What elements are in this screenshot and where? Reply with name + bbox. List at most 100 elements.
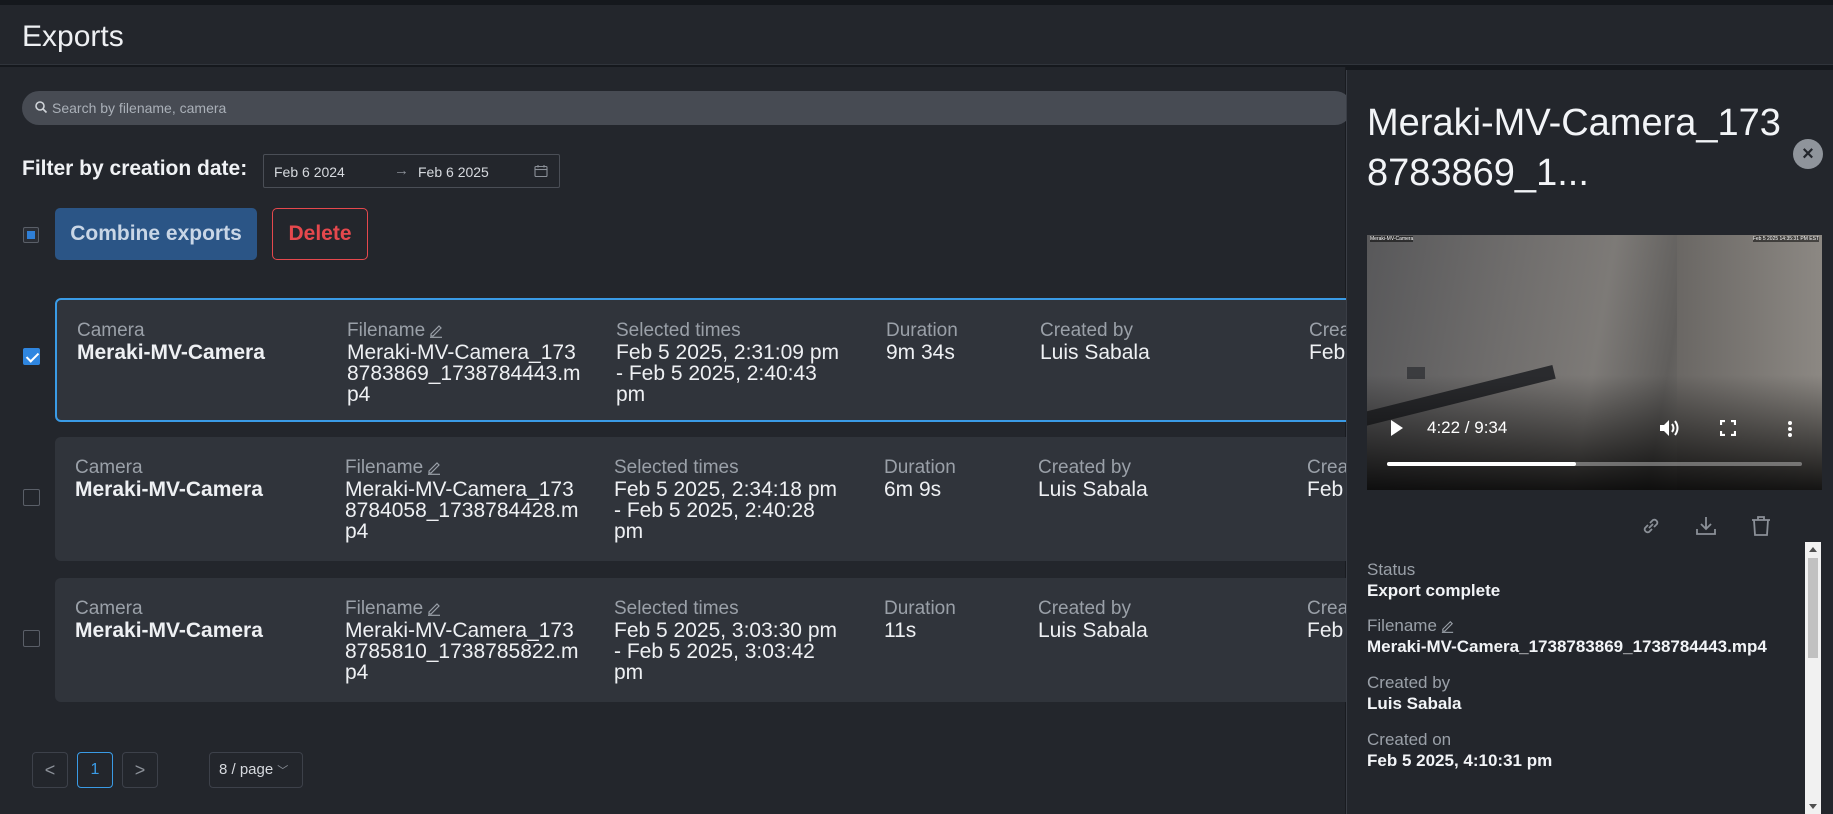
created-by-field: Created by Luis Sabala — [1367, 673, 1787, 714]
select-all-checkbox[interactable] — [23, 227, 39, 243]
link-icon[interactable] — [1639, 514, 1663, 538]
fullscreen-icon[interactable] — [1720, 420, 1736, 436]
selected-times-cell: Selected times Feb 5 2025, 2:34:18 pm - … — [614, 457, 844, 542]
camera-cell: Camera Meraki-MV-Camera — [75, 598, 315, 641]
edit-icon[interactable] — [426, 600, 442, 616]
duration-cell: Duration 6m 9s — [884, 457, 1014, 500]
camera-value: Meraki-MV-Camera — [75, 619, 263, 642]
row-checkbox[interactable] — [23, 489, 40, 506]
search-bar[interactable] — [22, 91, 1352, 125]
duration-label: Duration — [884, 457, 956, 478]
search-input[interactable] — [52, 91, 1052, 125]
exports-list-panel: Filter by creation date: Feb 6 2024 → Fe… — [0, 67, 1375, 814]
created-by-cell: Created by Luis Sabala — [1040, 320, 1260, 363]
camera-cell: Camera Meraki-MV-Camera — [75, 457, 315, 500]
edit-icon[interactable] — [426, 459, 442, 475]
date-range-picker[interactable]: Feb 6 2024 → Feb 6 2025 — [263, 154, 560, 188]
scroll-up-icon[interactable] — [1809, 547, 1817, 552]
created-on-field: Created on Feb 5 2025, 4:10:31 pm — [1367, 730, 1787, 771]
more-options-icon[interactable] — [1787, 420, 1793, 438]
duration-value: 11s — [884, 619, 917, 642]
volume-icon[interactable] — [1659, 419, 1681, 437]
created-by-label: Created by — [1038, 598, 1131, 619]
combine-exports-button[interactable]: Combine exports — [55, 208, 257, 260]
created-on-label: Created on — [1367, 730, 1452, 749]
selected-times-cell: Selected times Feb 5 2025, 2:31:09 pm - … — [616, 320, 846, 405]
video-overlay-camera: Meraki-MV-Camera — [1370, 236, 1414, 242]
page-size-select[interactable]: 8 / page ﹀ — [209, 752, 303, 788]
calendar-icon — [534, 165, 548, 178]
selected-times-cell: Selected times Feb 5 2025, 3:03:30 pm - … — [614, 598, 844, 683]
details-scrollbar[interactable] — [1805, 542, 1821, 814]
selected-times-label: Selected times — [614, 598, 739, 619]
export-row[interactable]: Camera Meraki-MV-Camera Filename Meraki-… — [55, 578, 1375, 702]
filename-cell: Filename Meraki-MV-Camera_1738784058_173… — [345, 457, 585, 542]
created-by-label: Created by — [1040, 320, 1133, 341]
filename-label-text: Filename — [345, 598, 424, 619]
filter-label: Filter by creation date: — [22, 157, 248, 180]
filename-label-text: Filename — [345, 457, 424, 478]
edit-icon[interactable] — [428, 322, 444, 338]
duration-label: Duration — [886, 320, 958, 341]
selected-times-label: Selected times — [616, 320, 741, 341]
filename-cell: Filename Meraki-MV-Camera_1738783869_173… — [347, 320, 587, 405]
export-row[interactable]: Camera Meraki-MV-Camera Filename Meraki-… — [55, 437, 1375, 561]
status-value: Export complete — [1367, 581, 1501, 600]
date-to[interactable]: Feb 6 2025 — [418, 164, 489, 180]
duration-value: 9m 34s — [886, 341, 955, 364]
row-checkbox[interactable] — [23, 348, 40, 365]
video-progress-fill — [1387, 462, 1576, 466]
camera-label: Camera — [75, 598, 143, 619]
page-title: Exports — [22, 20, 124, 53]
duration-label: Duration — [884, 598, 956, 619]
created-by-label: Created by — [1367, 673, 1451, 692]
camera-value: Meraki-MV-Camera — [77, 341, 265, 364]
filename-field: Filename Meraki-MV-Camera_1738783869_173… — [1367, 616, 1787, 657]
filename-label-text: Filename — [1367, 616, 1437, 635]
close-button[interactable]: × — [1793, 139, 1823, 169]
selected-times-value: Feb 5 2025, 3:03:30 pm - Feb 5 2025, 3:0… — [614, 619, 837, 684]
camera-cell: Camera Meraki-MV-Camera — [77, 320, 317, 363]
page-1-button[interactable]: 1 — [77, 752, 113, 788]
edit-icon[interactable] — [1440, 618, 1455, 633]
chevron-down-icon: ﹀ — [277, 765, 289, 777]
export-detail-drawer: Meraki-MV-Camera_1738783869_1... × Merak… — [1346, 70, 1833, 814]
selected-times-value: Feb 5 2025, 2:34:18 pm - Feb 5 2025, 2:4… — [614, 478, 837, 543]
prev-page-button[interactable]: < — [32, 752, 68, 788]
duration-value: 6m 9s — [884, 478, 942, 501]
created-by-value: Luis Sabala — [1038, 619, 1148, 642]
video-player[interactable]: Meraki-MV-Camera Feb 5 2025 14:35:31 PM … — [1367, 235, 1822, 490]
created-by-value: Luis Sabala — [1367, 694, 1462, 713]
filename-label: Filename — [345, 598, 585, 620]
filename-value: Meraki-MV-Camera_1738783869_1738784443.m… — [1367, 637, 1767, 656]
next-page-button[interactable]: > — [122, 752, 158, 788]
scrollbar-thumb[interactable] — [1808, 558, 1818, 658]
duration-cell: Duration 11s — [884, 598, 1014, 641]
row-checkbox[interactable] — [23, 630, 40, 647]
page-size-value: 8 / page — [219, 761, 274, 778]
duration-cell: Duration 9m 34s — [886, 320, 1016, 363]
scroll-down-icon[interactable] — [1809, 804, 1817, 809]
created-on-value: Feb 5 2025, 4:10:31 pm — [1367, 751, 1553, 770]
date-from[interactable]: Feb 6 2024 — [274, 164, 345, 180]
play-icon[interactable] — [1391, 420, 1403, 436]
filename-cell: Filename Meraki-MV-Camera_1738785810_173… — [345, 598, 585, 683]
search-icon — [35, 101, 48, 114]
selected-times-label: Selected times — [614, 457, 739, 478]
export-row[interactable]: Camera Meraki-MV-Camera Filename Meraki-… — [55, 298, 1375, 422]
download-icon[interactable] — [1694, 514, 1718, 538]
camera-value: Meraki-MV-Camera — [75, 478, 263, 501]
camera-label: Camera — [77, 320, 145, 341]
created-by-value: Luis Sabala — [1040, 341, 1150, 364]
trash-icon[interactable] — [1749, 514, 1773, 538]
video-progress-track[interactable] — [1387, 462, 1802, 466]
filename-value: Meraki-MV-Camera_1738783869_1738784443.m… — [347, 341, 581, 406]
drawer-title: Meraki-MV-Camera_1738783869_1... — [1367, 102, 1781, 194]
video-time: 4:22 / 9:34 — [1427, 418, 1508, 437]
delete-button[interactable]: Delete — [272, 208, 368, 260]
filename-value: Meraki-MV-Camera_1738784058_1738784428.m… — [345, 478, 579, 543]
filename-value: Meraki-MV-Camera_1738785810_1738785822.m… — [345, 619, 579, 684]
status-field: Status Export complete — [1367, 560, 1787, 601]
filename-label: Filename — [345, 457, 585, 479]
created-by-cell: Created by Luis Sabala — [1038, 598, 1258, 641]
